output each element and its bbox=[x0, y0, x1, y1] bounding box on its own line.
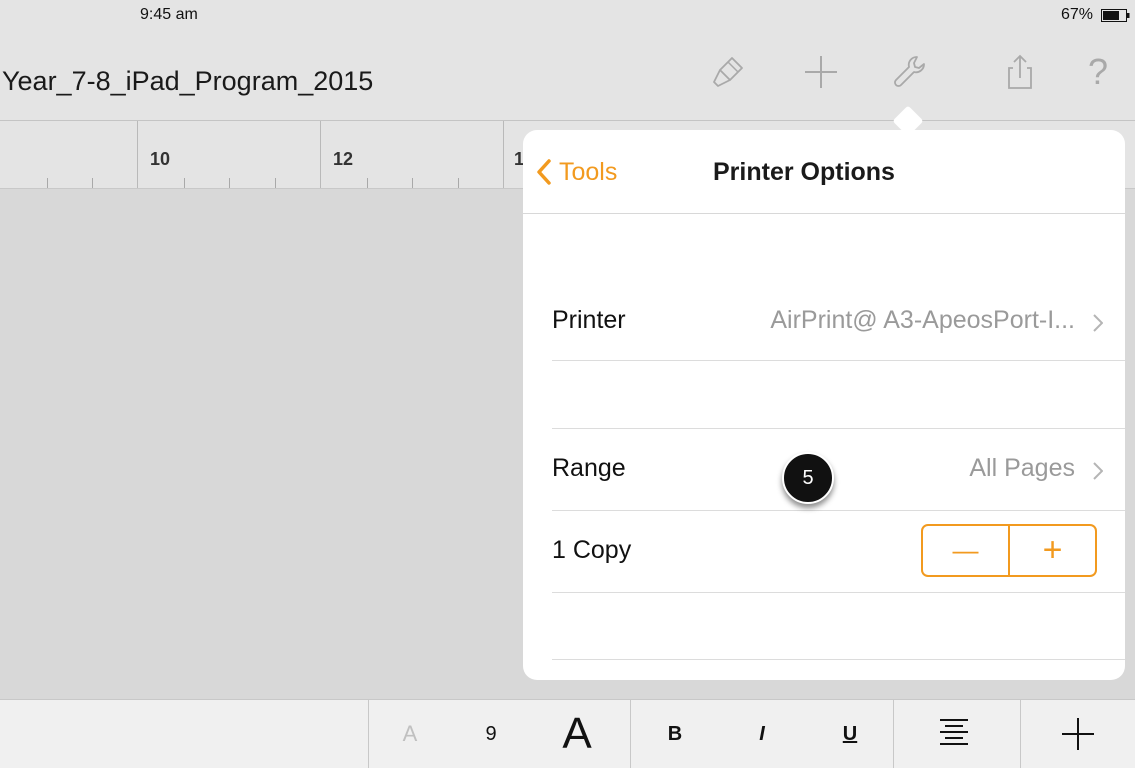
share-icon[interactable] bbox=[1000, 52, 1040, 92]
printer-row[interactable]: Printer AirPrint@ A3-ApeosPort-I... bbox=[552, 282, 1125, 361]
ruler-minor-tick bbox=[367, 178, 368, 188]
minus-icon: — bbox=[952, 535, 979, 565]
decrement-copies-button[interactable]: — bbox=[923, 526, 1008, 575]
help-icon[interactable]: ? bbox=[1078, 52, 1118, 92]
printer-label: Printer bbox=[552, 306, 626, 334]
battery-icon bbox=[1101, 9, 1130, 22]
increment-copies-button[interactable]: + bbox=[1010, 526, 1095, 575]
plus-icon[interactable] bbox=[801, 52, 841, 92]
underline-button[interactable]: U bbox=[835, 700, 865, 768]
popover-title: Printer Options bbox=[713, 158, 895, 186]
printer-options-popover: Tools Printer Options Printer AirPrint@ … bbox=[523, 130, 1125, 680]
chevron-left-icon bbox=[537, 159, 551, 185]
chevron-right-icon bbox=[1093, 314, 1103, 332]
font-size-value[interactable]: 9 bbox=[476, 700, 506, 768]
ruler-major-tick bbox=[137, 121, 138, 188]
format-bar: A 9 A B I U bbox=[0, 699, 1135, 768]
range-row[interactable]: Range All Pages bbox=[552, 429, 1125, 511]
step-number-badge: 5 bbox=[782, 452, 834, 504]
increase-font-button[interactable]: A bbox=[552, 700, 602, 768]
align-center-icon[interactable] bbox=[934, 700, 974, 768]
back-button-label: Tools bbox=[559, 157, 618, 186]
ruler-minor-tick bbox=[458, 178, 459, 188]
ruler-major-tick bbox=[320, 121, 321, 188]
status-bar: 9:45 am 67% bbox=[0, 0, 1135, 30]
popover-header: Tools Printer Options bbox=[523, 130, 1125, 214]
copies-row: 1 Copy — + bbox=[552, 511, 1125, 593]
paintbrush-icon[interactable] bbox=[708, 52, 748, 92]
ruler-minor-tick bbox=[184, 178, 185, 188]
ruler-minor-tick bbox=[92, 178, 93, 188]
back-to-tools-button[interactable]: Tools bbox=[537, 154, 617, 190]
italic-button[interactable]: I bbox=[747, 700, 777, 768]
wrench-icon[interactable] bbox=[890, 52, 930, 92]
bold-button[interactable]: B bbox=[660, 700, 690, 768]
range-label: Range bbox=[552, 454, 626, 482]
document-toolbar: Year_7-8_iPad_Program_2015 ? bbox=[0, 30, 1135, 121]
battery-percentage: 67% bbox=[1060, 6, 1093, 23]
range-value: All Pages bbox=[969, 454, 1075, 482]
decrease-font-button[interactable]: A bbox=[390, 700, 430, 768]
ruler-minor-tick bbox=[229, 178, 230, 188]
ruler-minor-tick bbox=[275, 178, 276, 188]
copies-stepper: — + bbox=[921, 524, 1097, 577]
status-time: 9:45 am bbox=[140, 6, 198, 23]
ruler-minor-tick bbox=[47, 178, 48, 188]
empty-row bbox=[552, 592, 1125, 660]
plus-icon: + bbox=[1042, 531, 1063, 569]
ruler-label: 12 bbox=[333, 149, 354, 169]
chevron-right-icon bbox=[1093, 462, 1103, 480]
printer-value: AirPrint@ A3-ApeosPort-I... bbox=[770, 306, 1075, 334]
ruler-major-tick bbox=[503, 121, 504, 188]
ruler-minor-tick bbox=[412, 178, 413, 188]
document-title[interactable]: Year_7-8_iPad_Program_2015 bbox=[2, 66, 373, 97]
copies-label: 1 Copy bbox=[552, 536, 632, 564]
insert-plus-icon[interactable] bbox=[1058, 700, 1098, 768]
ruler-label: 10 bbox=[150, 149, 171, 169]
